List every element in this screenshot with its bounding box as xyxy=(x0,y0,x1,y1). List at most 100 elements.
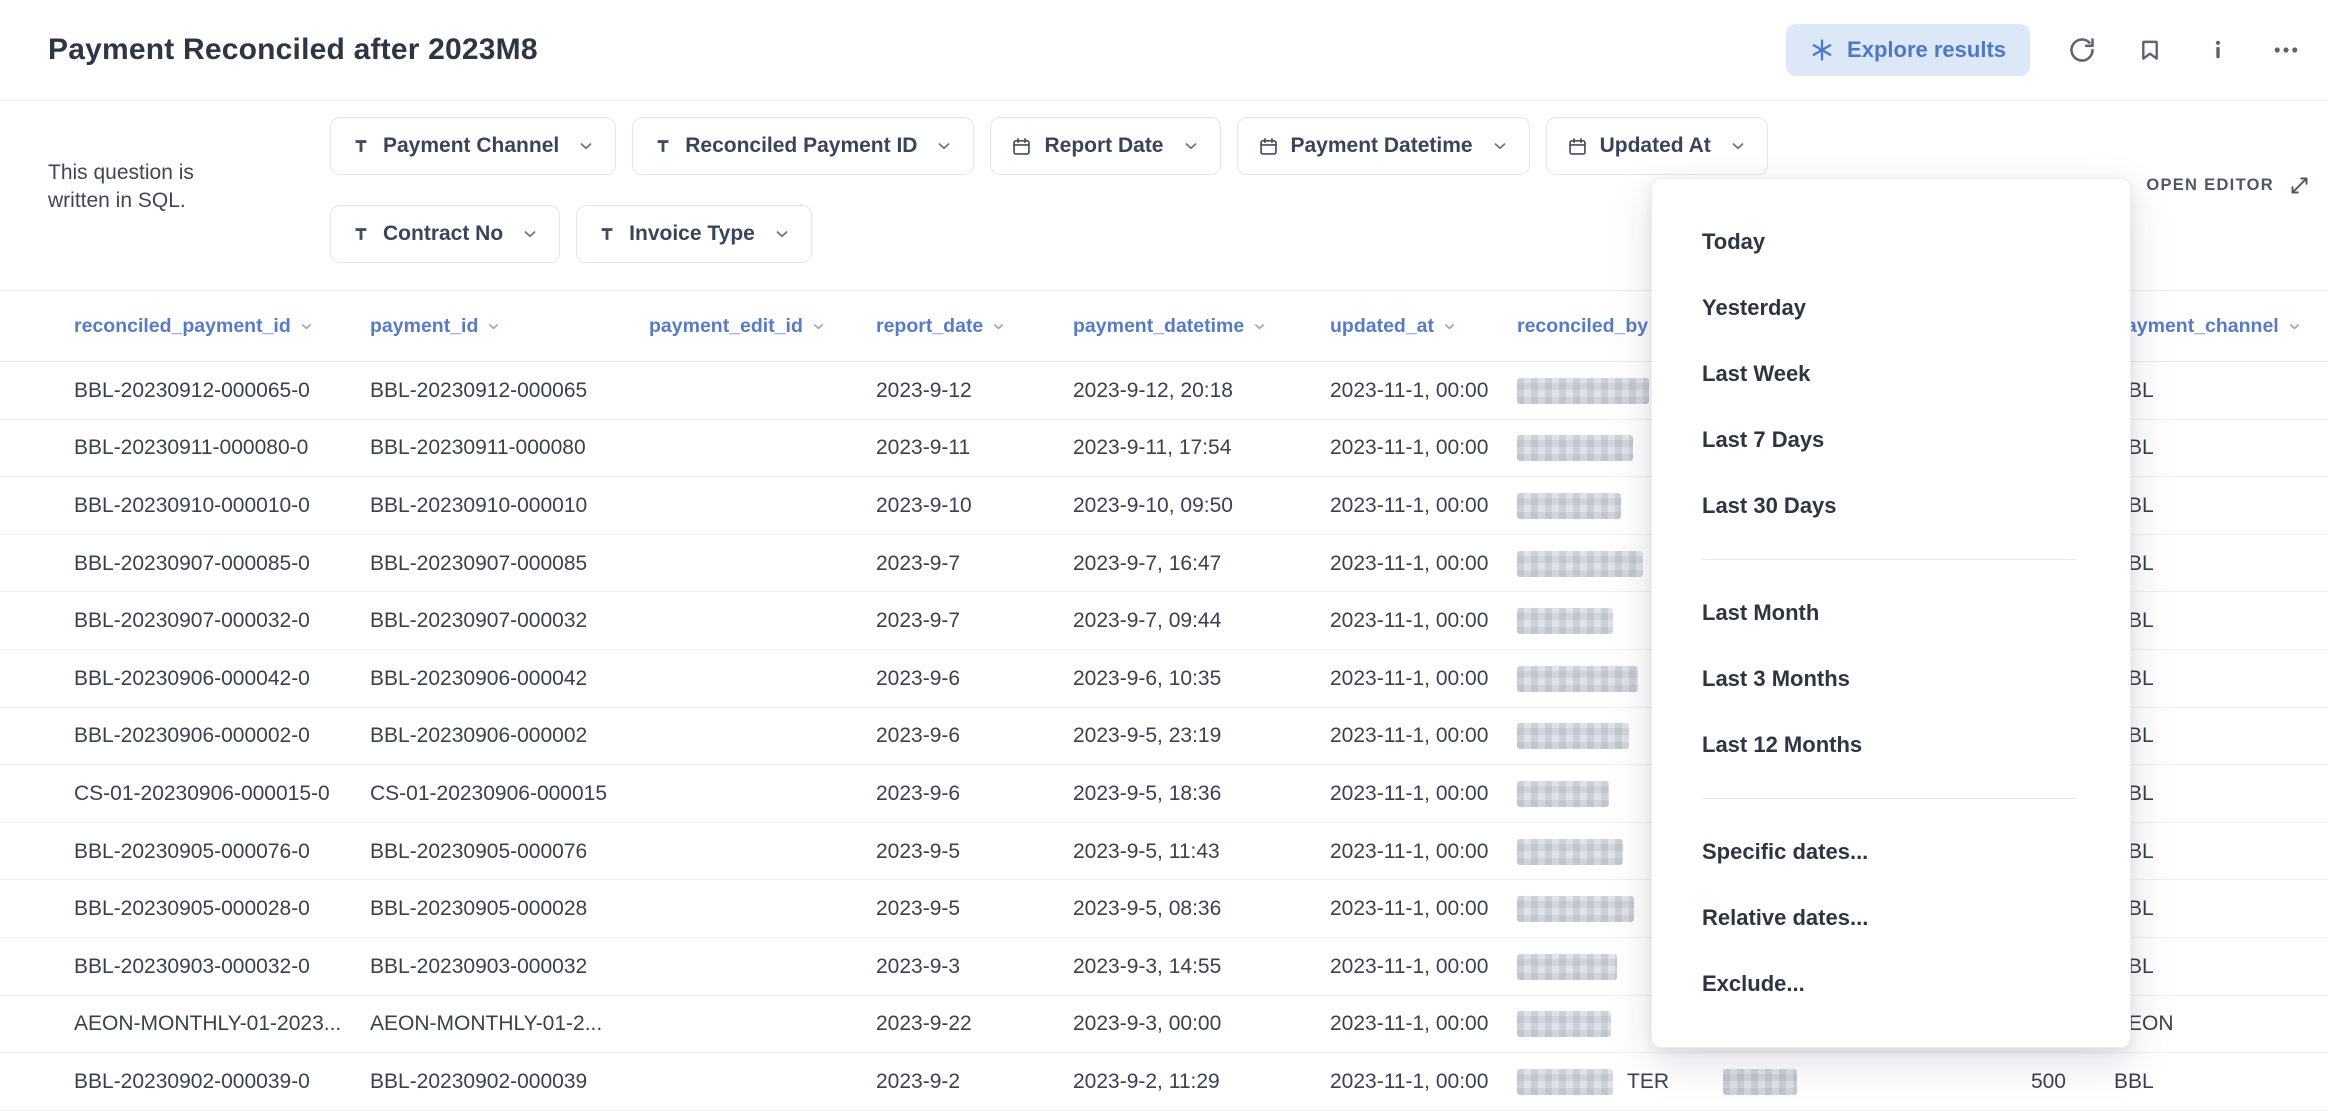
cell-payment_datetime[interactable]: 2023-9-3, 00:00 xyxy=(1073,996,1221,1054)
cell-payment_datetime[interactable]: 2023-9-5, 08:36 xyxy=(1073,880,1221,938)
cell-updated_at[interactable]: 2023-11-1, 00:00 xyxy=(1330,477,1488,535)
cell-payment_channel[interactable]: BBL xyxy=(2114,1053,2154,1111)
column-header-payment_channel[interactable]: payment_channel xyxy=(2114,291,2302,362)
cell-reconciled_by[interactable] xyxy=(1517,708,1629,766)
cell-hidden-column[interactable]: 500 xyxy=(1960,1053,2066,1111)
cell-payment_id[interactable]: BBL-20230912-000065 xyxy=(370,362,587,420)
cell-reconciled_by[interactable] xyxy=(1517,592,1613,650)
cell-reconciled_by[interactable] xyxy=(1517,362,1649,420)
cell-payment_id[interactable]: BBL-20230911-000080 xyxy=(370,420,586,478)
menu-item-last-30-days[interactable]: Last 30 Days xyxy=(1652,473,2130,539)
menu-item-last-3-months[interactable]: Last 3 Months xyxy=(1652,646,2130,712)
refresh-button[interactable] xyxy=(2066,34,2098,66)
cell-updated_at[interactable]: 2023-11-1, 00:00 xyxy=(1330,650,1488,708)
cell-payment_datetime[interactable]: 2023-9-3, 14:55 xyxy=(1073,938,1221,996)
cell-updated_at[interactable]: 2023-11-1, 00:00 xyxy=(1330,420,1488,478)
cell-payment_datetime[interactable]: 2023-9-5, 23:19 xyxy=(1073,708,1221,766)
bookmark-button[interactable] xyxy=(2134,34,2166,66)
cell-reconciled_by[interactable] xyxy=(1517,996,1611,1054)
menu-item-last-7-days[interactable]: Last 7 Days xyxy=(1652,407,2130,473)
cell-report_date[interactable]: 2023-9-6 xyxy=(876,650,960,708)
open-editor-button[interactable]: OPEN EDITOR xyxy=(2146,175,2310,196)
menu-item-relative-dates[interactable]: Relative dates... xyxy=(1652,885,2130,951)
cell-reconciled_payment_id[interactable]: BBL-20230906-000042-0 xyxy=(74,650,310,708)
cell-reconciled_payment_id[interactable]: BBL-20230912-000065-0 xyxy=(74,362,310,420)
column-header-payment_datetime[interactable]: payment_datetime xyxy=(1073,291,1267,362)
cell-reconciled_payment_id[interactable]: BBL-20230907-000085-0 xyxy=(74,535,310,593)
cell-hidden-column[interactable] xyxy=(1723,1053,1797,1111)
cell-reconciled_by[interactable] xyxy=(1517,420,1633,478)
cell-payment_id[interactable]: BBL-20230906-000002 xyxy=(370,708,587,766)
cell-reconciled_by[interactable] xyxy=(1517,765,1609,823)
menu-item-exclude[interactable]: Exclude... xyxy=(1652,951,2130,1017)
cell-reconciled_by[interactable]: TER xyxy=(1517,1053,1669,1111)
filter-chip-report-date[interactable]: Report Date xyxy=(990,117,1220,175)
filter-chip-updated-at[interactable]: Updated At xyxy=(1546,117,1768,175)
cell-report_date[interactable]: 2023-9-5 xyxy=(876,823,960,881)
cell-payment_id[interactable]: BBL-20230905-000076 xyxy=(370,823,587,881)
cell-updated_at[interactable]: 2023-11-1, 00:00 xyxy=(1330,1053,1488,1111)
cell-payment_id[interactable]: BBL-20230903-000032 xyxy=(370,938,587,996)
cell-updated_at[interactable]: 2023-11-1, 00:00 xyxy=(1330,938,1488,996)
cell-reconciled_by[interactable] xyxy=(1517,823,1623,881)
cell-updated_at[interactable]: 2023-11-1, 00:00 xyxy=(1330,996,1488,1054)
cell-report_date[interactable]: 2023-9-10 xyxy=(876,477,972,535)
menu-item-last-week[interactable]: Last Week xyxy=(1652,341,2130,407)
more-menu-button[interactable] xyxy=(2270,34,2302,66)
cell-updated_at[interactable]: 2023-11-1, 00:00 xyxy=(1330,765,1488,823)
cell-reconciled_by[interactable] xyxy=(1517,535,1643,593)
cell-reconciled_by[interactable] xyxy=(1517,650,1638,708)
cell-payment_datetime[interactable]: 2023-9-12, 20:18 xyxy=(1073,362,1233,420)
cell-reconciled_payment_id[interactable]: BBL-20230911-000080-0 xyxy=(74,420,308,478)
cell-report_date[interactable]: 2023-9-22 xyxy=(876,996,972,1054)
cell-report_date[interactable]: 2023-9-2 xyxy=(876,1053,960,1111)
filter-chip-contract-no[interactable]: Contract No xyxy=(330,205,560,263)
column-header-reconciled_by[interactable]: reconciled_by xyxy=(1517,291,1671,362)
cell-reconciled_payment_id[interactable]: BBL-20230902-000039-0 xyxy=(74,1053,310,1111)
cell-report_date[interactable]: 2023-9-5 xyxy=(876,880,960,938)
cell-payment_id[interactable]: BBL-20230907-000032 xyxy=(370,592,587,650)
cell-reconciled_payment_id[interactable]: BBL-20230905-000076-0 xyxy=(74,823,310,881)
menu-item-today[interactable]: Today xyxy=(1652,209,2130,275)
cell-payment_datetime[interactable]: 2023-9-11, 17:54 xyxy=(1073,420,1231,478)
cell-payment_id[interactable]: AEON-MONTHLY-01-2... xyxy=(370,996,602,1054)
filter-chip-payment-datetime[interactable]: Payment Datetime xyxy=(1237,117,1530,175)
cell-report_date[interactable]: 2023-9-7 xyxy=(876,535,960,593)
cell-reconciled_by[interactable] xyxy=(1517,477,1621,535)
column-header-payment_edit_id[interactable]: payment_edit_id xyxy=(649,291,826,362)
filter-chip-payment-channel[interactable]: Payment Channel xyxy=(330,117,616,175)
menu-item-last-12-months[interactable]: Last 12 Months xyxy=(1652,712,2130,778)
column-header-updated_at[interactable]: updated_at xyxy=(1330,291,1457,362)
menu-item-yesterday[interactable]: Yesterday xyxy=(1652,275,2130,341)
cell-updated_at[interactable]: 2023-11-1, 00:00 xyxy=(1330,708,1488,766)
cell-reconciled_payment_id[interactable]: BBL-20230903-000032-0 xyxy=(74,938,310,996)
cell-updated_at[interactable]: 2023-11-1, 00:00 xyxy=(1330,535,1488,593)
cell-report_date[interactable]: 2023-9-7 xyxy=(876,592,960,650)
cell-reconciled_by[interactable] xyxy=(1517,880,1634,938)
cell-report_date[interactable]: 2023-9-3 xyxy=(876,938,960,996)
cell-payment_datetime[interactable]: 2023-9-5, 18:36 xyxy=(1073,765,1221,823)
cell-updated_at[interactable]: 2023-11-1, 00:00 xyxy=(1330,592,1488,650)
cell-payment_datetime[interactable]: 2023-9-5, 11:43 xyxy=(1073,823,1220,881)
filter-chip-reconciled-payment-id[interactable]: Reconciled Payment ID xyxy=(632,117,974,175)
cell-payment_datetime[interactable]: 2023-9-7, 16:47 xyxy=(1073,535,1221,593)
info-button[interactable] xyxy=(2202,34,2234,66)
cell-reconciled_by[interactable] xyxy=(1517,938,1617,996)
cell-reconciled_payment_id[interactable]: BBL-20230910-000010-0 xyxy=(74,477,310,535)
cell-payment_datetime[interactable]: 2023-9-6, 10:35 xyxy=(1073,650,1221,708)
cell-updated_at[interactable]: 2023-11-1, 00:00 xyxy=(1330,880,1488,938)
cell-reconciled_payment_id[interactable]: BBL-20230906-000002-0 xyxy=(74,708,310,766)
cell-reconciled_payment_id[interactable]: BBL-20230907-000032-0 xyxy=(74,592,310,650)
explore-results-button[interactable]: Explore results xyxy=(1786,24,2030,76)
cell-updated_at[interactable]: 2023-11-1, 00:00 xyxy=(1330,823,1488,881)
cell-report_date[interactable]: 2023-9-6 xyxy=(876,708,960,766)
column-header-payment_id[interactable]: payment_id xyxy=(370,291,501,362)
cell-report_date[interactable]: 2023-9-6 xyxy=(876,765,960,823)
cell-reconciled_payment_id[interactable]: CS-01-20230906-000015-0 xyxy=(74,765,330,823)
cell-report_date[interactable]: 2023-9-12 xyxy=(876,362,972,420)
cell-payment_id[interactable]: BBL-20230906-000042 xyxy=(370,650,587,708)
cell-payment_id[interactable]: BBL-20230910-000010 xyxy=(370,477,587,535)
cell-payment_id[interactable]: BBL-20230902-000039 xyxy=(370,1053,587,1111)
column-header-reconciled_payment_id[interactable]: reconciled_payment_id xyxy=(74,291,314,362)
cell-payment_datetime[interactable]: 2023-9-7, 09:44 xyxy=(1073,592,1221,650)
